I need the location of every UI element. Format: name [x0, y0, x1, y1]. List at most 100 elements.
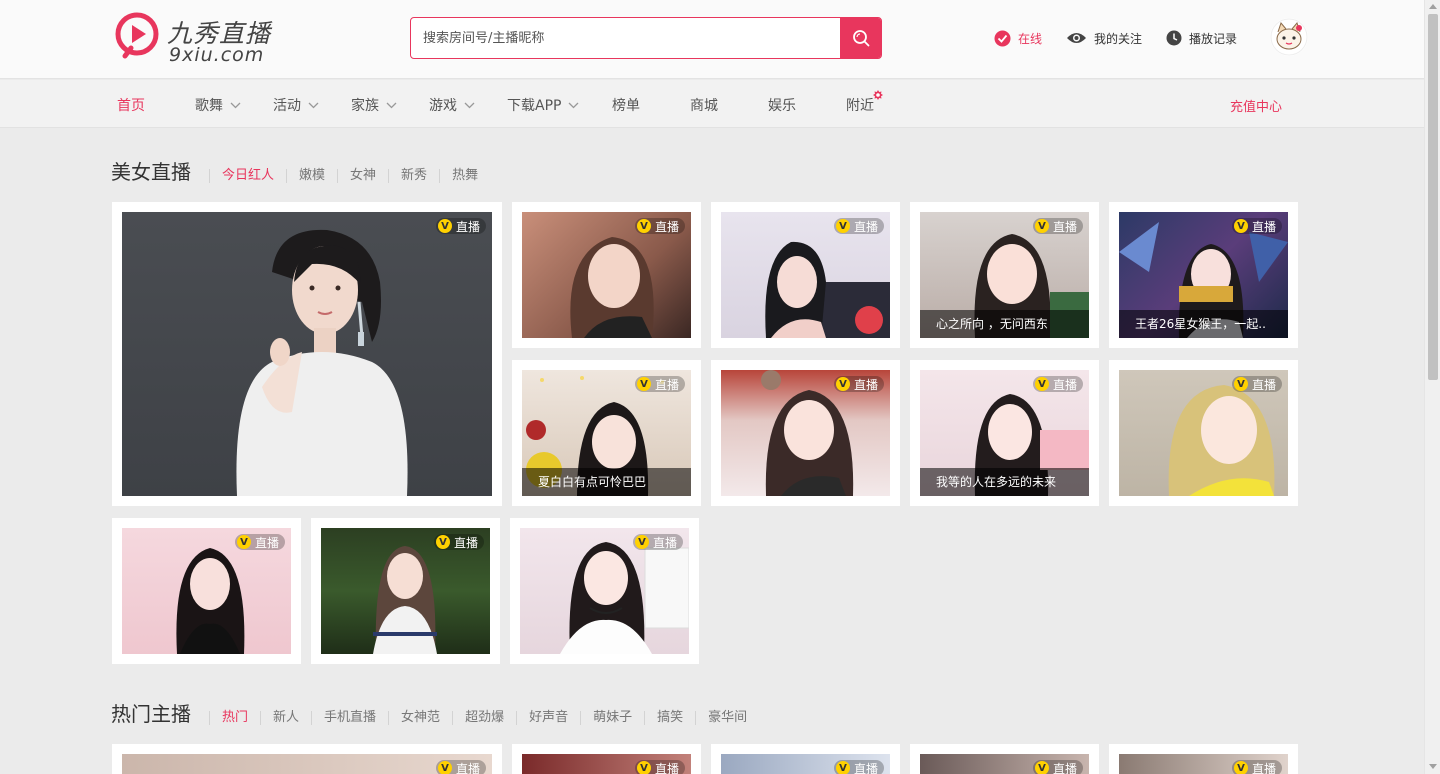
vip-icon: V [636, 761, 651, 774]
main-nav: 首页 歌舞 活动 家族 游戏 下载APP 榜单 商城 娱乐 附近 充值中心 [0, 80, 1424, 128]
section-title: 热门主播 [111, 702, 191, 726]
nav-rankings-label: 榜单 [612, 98, 640, 114]
live-badge: V 直播 [1032, 760, 1083, 774]
stream-card[interactable]: V 直播 [1109, 744, 1298, 774]
vip-icon: V [835, 761, 850, 774]
nav-entertainment[interactable]: 娱乐 [768, 95, 796, 115]
vip-icon: V [437, 761, 452, 774]
chevron-down-icon [464, 102, 475, 108]
recharge-center-link[interactable]: 充值中心 [1230, 96, 1282, 115]
avatar[interactable] [1270, 18, 1308, 56]
nav-mall[interactable]: 商城 [690, 95, 718, 115]
tab-hot[interactable]: 热门 [209, 711, 260, 725]
live-badge: V 直播 [634, 376, 685, 392]
nav-activity-label: 活动 [273, 98, 301, 114]
tab-goddess[interactable]: 女神 [337, 169, 388, 183]
live-label: 直播 [453, 535, 478, 550]
stream-thumbnail: V 直播 我等的人在多远的未来 [920, 370, 1089, 496]
stream-card[interactable]: V 直播 [711, 202, 900, 348]
search-icon [852, 30, 869, 47]
live-label: 直播 [853, 761, 878, 774]
stream-card[interactable]: V 直播 [112, 518, 301, 664]
stream-card[interactable]: V 直播 [311, 518, 500, 664]
new-badge-icon [873, 90, 883, 100]
tab-new[interactable]: 新人 [260, 711, 311, 725]
live-badge: V 直播 [435, 218, 486, 234]
stream-card[interactable]: V 直播 [910, 744, 1099, 774]
stream-card-featured[interactable]: V 直播 [112, 202, 502, 506]
stream-card[interactable]: V 直播 [711, 360, 900, 506]
scroll-thumb[interactable] [1428, 14, 1438, 380]
stream-thumbnail: V 直播 心之所向 ，无问西东 [920, 212, 1089, 338]
tab-hot-dance[interactable]: 热舞 [439, 169, 490, 183]
scroll-down-arrow[interactable] [1429, 764, 1437, 769]
vip-icon: V [1034, 219, 1049, 233]
stream-card[interactable]: V 直播 [510, 518, 699, 664]
tab-goddess-style[interactable]: 女神范 [388, 711, 452, 725]
nav-rankings[interactable]: 榜单 [612, 95, 640, 115]
live-label: 直播 [1052, 761, 1077, 774]
nav-download-app[interactable]: 下载APP [507, 95, 579, 115]
tab-luxury-room[interactable]: 豪华间 [695, 711, 759, 725]
tab-super-hot[interactable]: 超劲爆 [452, 711, 516, 725]
search-input[interactable] [411, 18, 841, 58]
logo-play-icon [115, 12, 159, 59]
live-label: 直播 [654, 377, 679, 392]
vip-icon: V [236, 535, 251, 549]
nav-home[interactable]: 首页 [117, 95, 145, 115]
live-label: 直播 [654, 219, 679, 234]
live-badge: V 直播 [234, 534, 285, 550]
tab-today-hot[interactable]: 今日红人 [209, 169, 286, 183]
tab-models[interactable]: 嫩模 [286, 169, 337, 183]
vip-icon: V [835, 219, 850, 233]
tab-good-voice[interactable]: 好声音 [516, 711, 580, 725]
history-label: 播放记录 [1189, 31, 1238, 46]
site-logo[interactable]: 九秀直播 9xiu.com [115, 12, 285, 68]
search-button[interactable] [840, 18, 881, 58]
nav-family-label: 家族 [351, 98, 379, 114]
stream-card[interactable]: V 直播 王者26星女猴王，一起.. [1109, 202, 1298, 348]
tab-funny[interactable]: 搞笑 [644, 711, 695, 725]
stream-card[interactable]: V 直播 我等的人在多远的未来 [910, 360, 1099, 506]
stream-thumbnail: V 直播 [721, 212, 890, 338]
vip-icon: V [437, 219, 452, 233]
stream-card[interactable]: V 直播 夏白白有点可怜巴巴 [512, 360, 701, 506]
live-label: 直播 [1251, 377, 1276, 392]
stream-card[interactable]: V 直播 [512, 744, 701, 774]
tab-newcomer[interactable]: 新秀 [388, 169, 439, 183]
nav-activity[interactable]: 活动 [273, 95, 319, 115]
stream-thumbnail: V 直播 [920, 754, 1089, 774]
stream-card[interactable]: V 直播 心之所向 ，无问西东 [910, 202, 1099, 348]
tab-mobile-live[interactable]: 手机直播 [311, 711, 388, 725]
nav-download-app-label: 下载APP [507, 98, 562, 114]
nav-family[interactable]: 家族 [351, 95, 397, 115]
scroll-up-arrow[interactable] [1429, 4, 1437, 9]
nav-game[interactable]: 游戏 [429, 95, 475, 115]
nav-nearby[interactable]: 附近 [846, 90, 883, 115]
history-link[interactable]: 播放记录 [1166, 30, 1237, 47]
online-link[interactable]: 在线 [994, 30, 1042, 47]
nav-song-dance[interactable]: 歌舞 [195, 95, 241, 115]
live-badge: V 直播 [1032, 218, 1083, 234]
live-badge: V 直播 [632, 534, 683, 550]
stream-thumbnail: V 直播 [1119, 754, 1288, 774]
stream-thumbnail: V 直播 [1119, 370, 1288, 496]
follow-link[interactable]: 我的关注 [1066, 30, 1142, 47]
stream-card[interactable]: V 直播 [1109, 360, 1298, 506]
stream-card-featured[interactable]: V 直播 [112, 744, 502, 774]
stream-card[interactable]: V 直播 [711, 744, 900, 774]
stream-thumbnail: V 直播 [522, 212, 691, 338]
hot-section-header: 热门主播 热门 新人 手机直播 女神范 超劲爆 好声音 萌妹子 搞笑 豪华间 [111, 698, 759, 727]
stream-thumbnail: V 直播 夏白白有点可怜巴巴 [522, 370, 691, 496]
nav-nearby-label: 附近 [846, 98, 874, 114]
tab-cute-girl[interactable]: 萌妹子 [580, 711, 644, 725]
vip-icon: V [435, 535, 450, 549]
page-scrollbar[interactable] [1424, 0, 1440, 774]
vip-icon: V [835, 377, 850, 391]
live-badge: V 直播 [833, 376, 884, 392]
vip-icon: V [1034, 761, 1049, 774]
logo-domain: 9xiu.com [169, 44, 265, 66]
stream-card[interactable]: V 直播 [512, 202, 701, 348]
stream-caption: 心之所向 ，无问西东 [920, 310, 1089, 338]
live-label: 直播 [455, 761, 480, 774]
